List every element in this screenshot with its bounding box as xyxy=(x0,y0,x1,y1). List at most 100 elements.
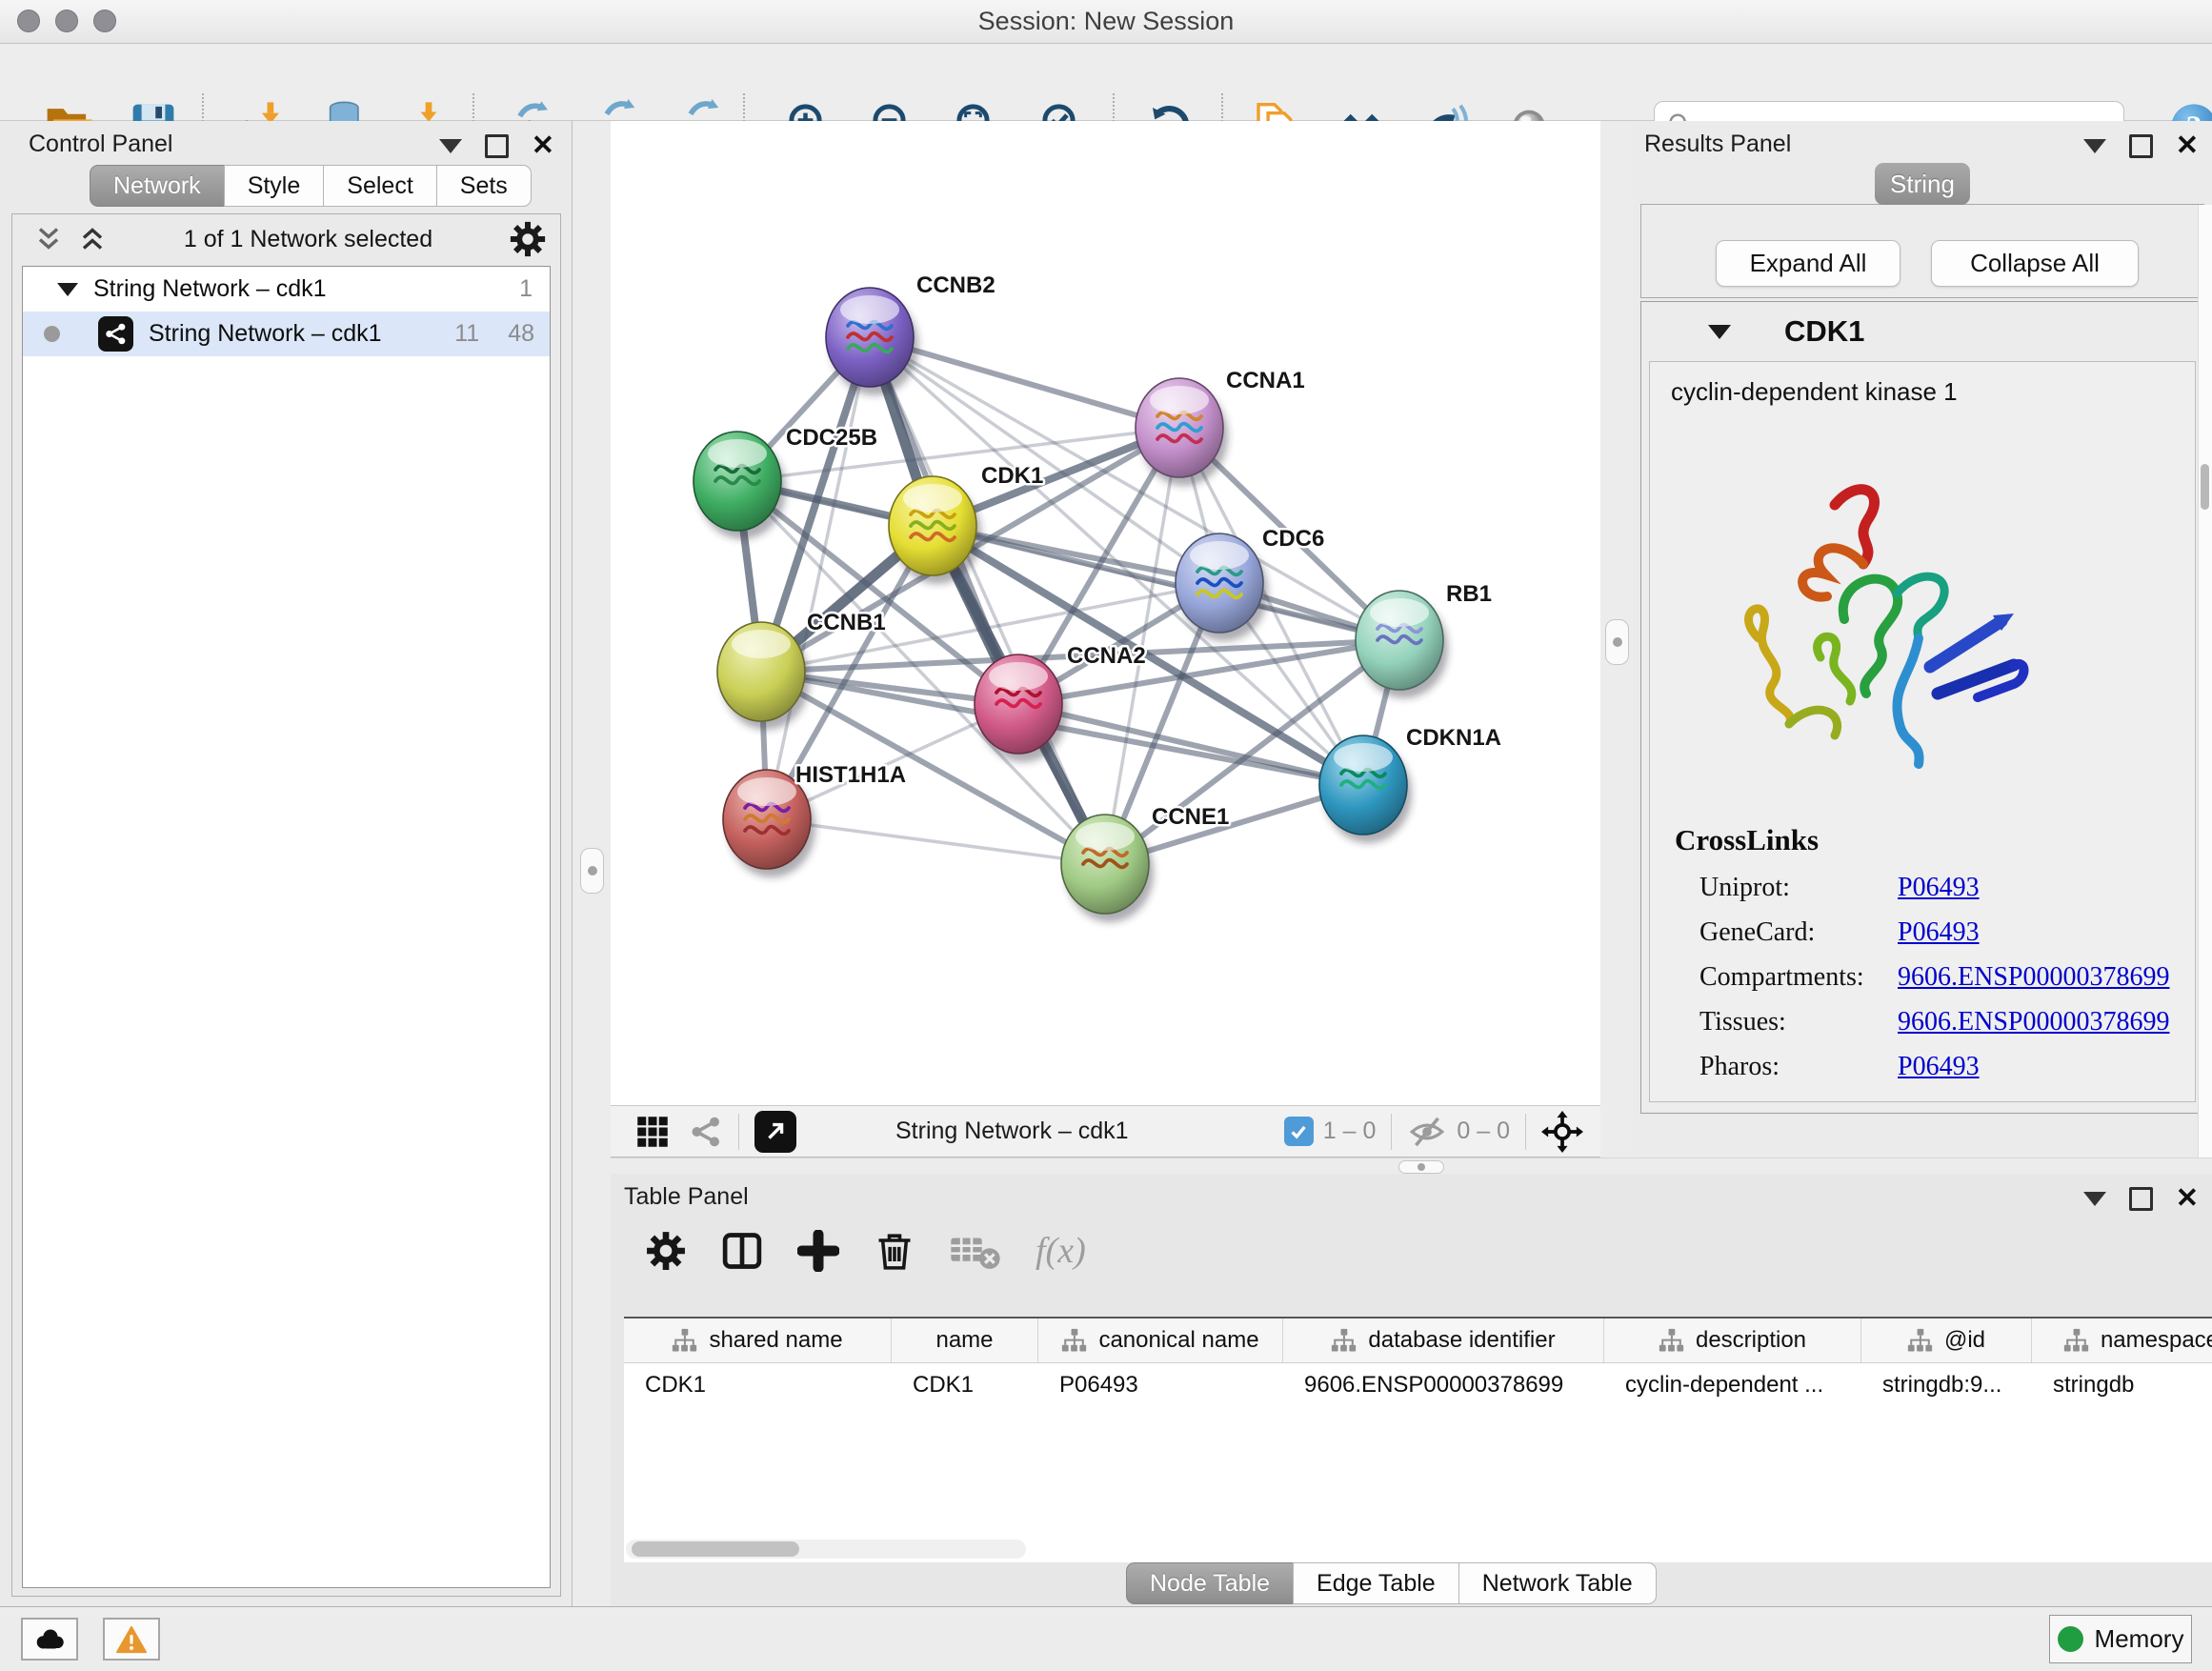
string-network-icon xyxy=(98,316,133,352)
network-canvas[interactable]: CCNB2CCNA1CDC25BCDK1CDC6RB1CCNB1CCNA2CDK… xyxy=(611,121,1600,1105)
panel-menu-icon[interactable] xyxy=(2083,1192,2106,1206)
grid-view-icon[interactable] xyxy=(635,1115,670,1149)
protein-collapse-icon[interactable] xyxy=(1708,325,1731,339)
crosslink-link[interactable]: 9606.ENSP00000378699 xyxy=(1898,1007,2169,1037)
splitter-handle[interactable] xyxy=(1398,1160,1444,1174)
table-panel-splitter[interactable] xyxy=(611,1158,2212,1174)
selected-checkbox-icon[interactable] xyxy=(1284,1117,1314,1146)
node-label-CDC25B: CDC25B xyxy=(786,425,877,451)
table-row[interactable]: CDK1CDK1P064939606.ENSP00000378699cyclin… xyxy=(624,1363,2212,1406)
float-panel-icon[interactable] xyxy=(2129,1187,2153,1211)
cell-name: CDK1 xyxy=(892,1372,1038,1399)
protein-name: CDK1 xyxy=(1784,314,1864,349)
node-label-RB1: RB1 xyxy=(1446,581,1492,607)
expand-all-icon[interactable] xyxy=(77,224,108,254)
network-options-gear-icon[interactable] xyxy=(509,220,547,258)
protein-details: cyclin-dependent kinase 1 xyxy=(1649,361,2196,1102)
collection-collapse-icon[interactable] xyxy=(57,283,78,296)
column-type-icon xyxy=(1331,1328,1357,1354)
delete-table-icon xyxy=(950,1230,1001,1272)
tab-network-table[interactable]: Network Table xyxy=(1458,1562,1657,1604)
status-bar: Memory xyxy=(0,1606,2212,1671)
tab-style[interactable]: Style xyxy=(224,165,324,207)
crosslink-link[interactable]: P06493 xyxy=(1898,1052,1980,1082)
panel-menu-icon[interactable] xyxy=(2083,139,2106,153)
network-row[interactable]: String Network – cdk1 11 48 xyxy=(23,312,550,356)
protein-result-box: CDK1 cyclin-dependent kinase 1 xyxy=(1640,301,2204,1114)
tab-network[interactable]: Network xyxy=(90,165,224,207)
column-header-database-identifier[interactable]: database identifier xyxy=(1283,1319,1604,1362)
float-panel-icon[interactable] xyxy=(485,134,509,158)
splitter-handle[interactable] xyxy=(1605,619,1629,665)
network-collection-row[interactable]: String Network – cdk1 1 xyxy=(23,267,550,312)
node-CDC6[interactable] xyxy=(1176,534,1268,641)
network-share-icon[interactable] xyxy=(689,1115,723,1149)
node-CCNE1[interactable] xyxy=(1061,815,1154,922)
column-header-shared-name[interactable]: shared name xyxy=(624,1319,892,1362)
node-RB1[interactable] xyxy=(1356,591,1448,698)
panel-menu-icon[interactable] xyxy=(439,139,462,153)
column-header-description[interactable]: description xyxy=(1604,1319,1861,1362)
birdseye-view-button[interactable] xyxy=(754,1111,796,1153)
expand-all-button[interactable]: Expand All xyxy=(1716,240,1900,287)
warning-icon xyxy=(113,1625,150,1654)
window-title: Session: New Session xyxy=(0,0,2212,43)
control-panel-title: Control Panel xyxy=(29,131,172,158)
tab-string[interactable]: String xyxy=(1875,163,1970,205)
cloud-status-button[interactable] xyxy=(21,1618,78,1661)
current-network-dot xyxy=(44,326,60,342)
tab-edge-table[interactable]: Edge Table xyxy=(1293,1562,1458,1604)
node-CDC25B[interactable] xyxy=(694,432,786,539)
warnings-button[interactable] xyxy=(103,1618,160,1661)
node-CDK1[interactable] xyxy=(889,476,981,584)
cell-database-identifier: 9606.ENSP00000378699 xyxy=(1283,1372,1604,1399)
control-panel: Control Panel ✕ NetworkStyleSelectSets 1… xyxy=(0,121,573,1606)
titlebar[interactable]: Session: New Session xyxy=(0,0,2212,44)
tab-select[interactable]: Select xyxy=(323,165,435,207)
float-panel-icon[interactable] xyxy=(2129,134,2153,158)
edge-CCNA2-CDKN1A[interactable] xyxy=(1018,704,1363,785)
column-header--id[interactable]: @id xyxy=(1861,1319,2032,1362)
memory-status-dot xyxy=(2058,1626,2083,1652)
crosslink-link[interactable]: 9606.ENSP00000378699 xyxy=(1898,962,2169,993)
arrow-ne-icon xyxy=(761,1117,790,1146)
memory-button[interactable]: Memory xyxy=(2049,1615,2192,1663)
protein-structure-image xyxy=(1692,429,2054,791)
crosshair-icon[interactable] xyxy=(1541,1111,1583,1153)
node-label-CCNA2: CCNA2 xyxy=(1067,643,1146,669)
tab-sets[interactable]: Sets xyxy=(436,165,532,207)
node-CCNA1[interactable] xyxy=(1136,378,1228,486)
column-header-canonical-name[interactable]: canonical name xyxy=(1038,1319,1283,1362)
control-network-splitter[interactable] xyxy=(573,121,611,1606)
protein-header[interactable]: CDK1 xyxy=(1641,302,2203,361)
table-type-tabs: Node TableEdge TableNetwork Table xyxy=(1126,1562,1657,1604)
column-header-namespace[interactable]: namespace xyxy=(2032,1319,2212,1362)
results-scrollbar[interactable] xyxy=(2198,205,2212,1158)
crosslink-link[interactable]: P06493 xyxy=(1898,917,1980,948)
node-label-HIST1H1A: HIST1H1A xyxy=(795,762,906,788)
close-panel-icon[interactable]: ✕ xyxy=(532,132,554,160)
node-CCNA2[interactable] xyxy=(975,654,1067,762)
node-CDKN1A[interactable] xyxy=(1319,735,1412,843)
network-results-splitter[interactable] xyxy=(1600,121,1633,1158)
edge-CCNE1-HIST1H1A[interactable] xyxy=(767,819,1105,864)
close-panel-icon[interactable]: ✕ xyxy=(2176,132,2199,160)
column-header-name[interactable]: name xyxy=(892,1319,1038,1362)
close-panel-icon[interactable]: ✕ xyxy=(2176,1185,2199,1213)
collapse-all-icon[interactable] xyxy=(33,224,64,254)
splitter-handle[interactable] xyxy=(580,848,604,894)
node-CCNB2[interactable] xyxy=(826,288,918,395)
add-column-icon[interactable] xyxy=(797,1230,839,1272)
collapse-all-button[interactable]: Collapse All xyxy=(1931,240,2139,287)
horizontal-scrollbar[interactable] xyxy=(632,1541,799,1557)
crosslink-link[interactable]: P06493 xyxy=(1898,873,1980,903)
delete-column-icon[interactable] xyxy=(874,1230,915,1272)
cell-namespace: stringdb xyxy=(2032,1372,2212,1399)
edge-CCNB2-HIST1H1A[interactable] xyxy=(767,337,870,819)
table-options-gear-icon[interactable] xyxy=(645,1230,687,1272)
tab-node-table[interactable]: Node Table xyxy=(1126,1562,1293,1604)
table-panel-title: Table Panel xyxy=(624,1183,749,1211)
scrollbar-handle[interactable] xyxy=(2201,464,2209,510)
show-columns-icon[interactable] xyxy=(721,1230,763,1272)
crosslink-label: Pharos: xyxy=(1699,1052,1898,1082)
